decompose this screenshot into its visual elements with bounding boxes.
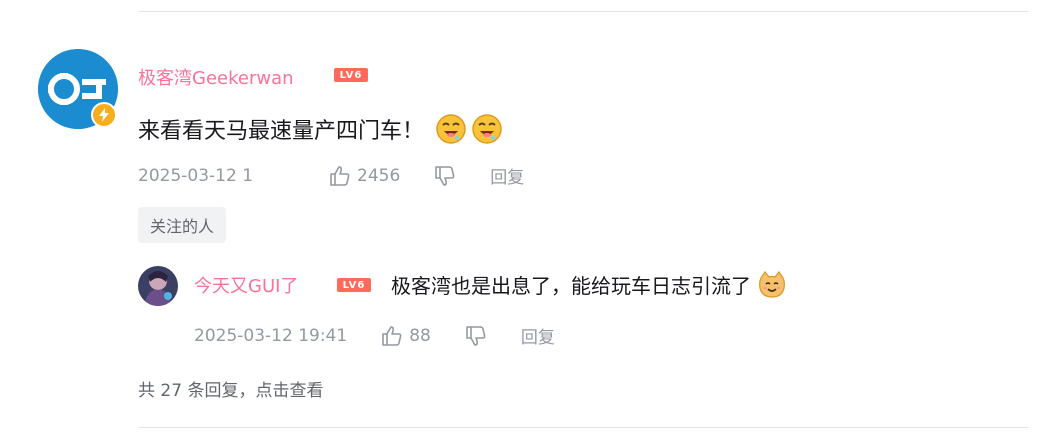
thumbs-down-icon bbox=[435, 165, 455, 186]
comment-date: 2025-03-12 1 bbox=[138, 165, 254, 186]
reply-button[interactable]: 回复 bbox=[490, 163, 524, 188]
top-divider bbox=[138, 11, 1028, 12]
drooling-face-icon bbox=[471, 113, 503, 151]
like-count: 2456 bbox=[357, 165, 401, 186]
following-tag: 关注的人 bbox=[138, 207, 227, 243]
comment-text: 来看看天马最速量产四门车！ bbox=[138, 113, 503, 151]
view-more-replies-link[interactable]: 点击查看 bbox=[255, 381, 323, 401]
reply-username[interactable]: 今天又GUI了 bbox=[194, 272, 298, 298]
bottom-divider bbox=[138, 427, 1028, 428]
reply-dislike-button[interactable] bbox=[465, 325, 487, 347]
reply-like-button[interactable]: 88 bbox=[381, 325, 431, 347]
reply-date: 2025-03-12 19:41 bbox=[194, 325, 348, 346]
verified-lightning-icon bbox=[91, 102, 117, 128]
commenter-avatar[interactable] bbox=[38, 49, 118, 129]
commenter-username[interactable]: 极客湾Geekerwan bbox=[138, 64, 294, 90]
cat-smile-icon bbox=[757, 270, 787, 305]
reply-reply-button[interactable]: 回复 bbox=[521, 323, 555, 348]
drooling-face-icon bbox=[435, 113, 467, 151]
thumbs-down-icon bbox=[466, 325, 486, 346]
reply-level-badge: LV6 bbox=[337, 278, 371, 292]
more-replies: 共 27 条回复，点击查看 bbox=[138, 376, 323, 401]
reply-like-count: 88 bbox=[409, 325, 431, 346]
comment-meta: 2025-03-12 1 2456 回复 bbox=[138, 163, 524, 189]
like-button[interactable]: 2456 bbox=[329, 165, 400, 187]
more-replies-count: 共 27 条回复， bbox=[138, 381, 256, 401]
reply-avatar[interactable] bbox=[138, 266, 178, 306]
comment-text-body: 来看看天马最速量产四门车！ bbox=[138, 119, 425, 144]
thumbs-up-icon bbox=[330, 165, 350, 186]
reply-text-body: 极客湾也是出息了，能给玩车日志引流了 bbox=[391, 274, 751, 298]
thumbs-up-icon bbox=[382, 325, 402, 346]
dislike-button[interactable] bbox=[434, 165, 456, 187]
level-badge: LV6 bbox=[334, 68, 368, 82]
reply-text: 极客湾也是出息了，能给玩车日志引流了 bbox=[391, 270, 787, 305]
reply-meta: 2025-03-12 19:41 88 回复 bbox=[194, 323, 555, 349]
